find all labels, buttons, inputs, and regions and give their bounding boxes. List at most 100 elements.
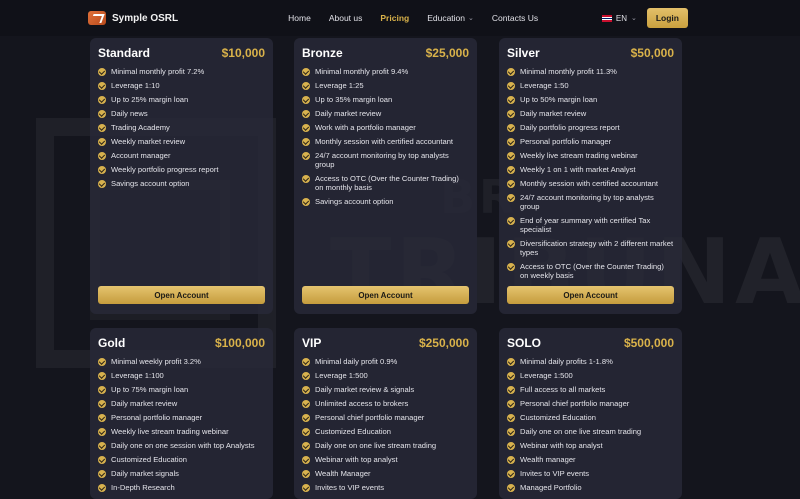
check-circle-icon bbox=[302, 109, 310, 118]
feature-item: Daily market review & signals bbox=[302, 385, 469, 394]
feature-item: Access to OTC (Over the Counter Trading)… bbox=[302, 174, 469, 192]
feature-item: Invites to VIP events bbox=[302, 483, 469, 492]
plan-card-solo: SOLO $500,000 Minimal daily profits 1-1.… bbox=[499, 328, 682, 499]
check-circle-icon bbox=[507, 151, 515, 160]
feature-text: Monthly session with certified accountan… bbox=[315, 137, 454, 146]
feature-item: In-Depth Research bbox=[98, 483, 265, 492]
check-circle-icon bbox=[507, 371, 515, 380]
check-circle-icon bbox=[507, 483, 515, 492]
feature-text: Up to 35% margin loan bbox=[315, 95, 393, 104]
check-circle-icon bbox=[302, 95, 310, 104]
feature-item: Daily market review bbox=[98, 399, 265, 408]
feature-text: Personal chief portfolio manager bbox=[520, 399, 630, 408]
feature-list: Minimal daily profits 1-1.8% Leverage 1:5… bbox=[507, 357, 674, 492]
feature-text: Savings account option bbox=[111, 179, 190, 188]
nav-education[interactable]: Education ⌄ bbox=[427, 13, 474, 23]
feature-item: Up to 75% margin loan bbox=[98, 385, 265, 394]
feature-text: Leverage 1:50 bbox=[520, 81, 569, 90]
plan-header: Silver $50,000 bbox=[507, 42, 674, 64]
plan-card-gold: Gold $100,000 Minimal weekly profit 3.2%… bbox=[90, 328, 273, 499]
feature-text: Webinar with top analyst bbox=[315, 455, 398, 464]
top-navbar: Symple OSRL Home About us Pricing Educat… bbox=[0, 0, 800, 36]
check-circle-icon bbox=[98, 67, 106, 76]
feature-text: 24/7 account monitoring by top analysts … bbox=[520, 193, 654, 211]
check-circle-icon bbox=[98, 165, 106, 174]
check-circle-icon bbox=[302, 137, 310, 146]
main-nav: Home About us Pricing Education ⌄ Contact… bbox=[288, 13, 538, 23]
check-circle-icon bbox=[507, 165, 515, 174]
nav-label: Home bbox=[288, 13, 311, 23]
check-circle-icon bbox=[507, 109, 515, 118]
feature-text: Daily one on one session with top Analys… bbox=[111, 441, 255, 450]
logo-text: Symple OSRL bbox=[112, 12, 179, 24]
nav-about-us[interactable]: About us bbox=[329, 13, 363, 23]
feature-item: Customized Education bbox=[302, 427, 469, 436]
check-circle-icon bbox=[302, 427, 310, 436]
feature-item: Up to 25% margin loan bbox=[98, 95, 265, 104]
feature-item: Up to 35% margin loan bbox=[302, 95, 469, 104]
feature-item: 24/7 account monitoring by top analysts … bbox=[507, 193, 674, 211]
feature-item: Weekly live stream trading webinar bbox=[98, 427, 265, 436]
nav-pricing[interactable]: Pricing bbox=[380, 13, 409, 23]
plan-header: Standard $10,000 bbox=[98, 42, 265, 64]
nav-home[interactable]: Home bbox=[288, 13, 311, 23]
feature-text: Invites to VIP events bbox=[520, 469, 590, 478]
check-circle-icon bbox=[507, 455, 515, 464]
check-circle-icon bbox=[98, 371, 106, 380]
nav-contacts-us[interactable]: Contacts Us bbox=[492, 13, 538, 23]
feature-item: Personal portfolio manager bbox=[98, 413, 265, 422]
feature-item: Leverage 1:50 bbox=[507, 81, 674, 90]
feature-text: Personal chief portfolio manager bbox=[315, 413, 425, 422]
check-circle-icon bbox=[302, 174, 310, 183]
feature-text: Personal portfolio manager bbox=[520, 137, 612, 146]
feature-item: Personal portfolio manager bbox=[507, 137, 674, 146]
feature-item: Leverage 1:500 bbox=[302, 371, 469, 380]
feature-text: Minimal monthly profit 9.4% bbox=[315, 67, 409, 76]
feature-text: Daily market signals bbox=[111, 469, 179, 478]
feature-item: Wealth manager bbox=[507, 455, 674, 464]
header-actions: EN ⌄ Login bbox=[601, 8, 688, 28]
check-circle-icon bbox=[98, 81, 106, 90]
feature-item: Leverage 1:10 bbox=[98, 81, 265, 90]
check-circle-icon bbox=[302, 385, 310, 394]
plan-card-bronze: Bronze $25,000 Minimal monthly profit 9.… bbox=[294, 38, 477, 314]
login-button[interactable]: Login bbox=[646, 8, 688, 28]
feature-text: Daily market review bbox=[315, 109, 382, 118]
feature-item: Account manager bbox=[98, 151, 265, 160]
feature-text: Personal portfolio manager bbox=[111, 413, 203, 422]
check-circle-icon bbox=[98, 441, 106, 450]
feature-text: Daily one on one live stream trading bbox=[520, 427, 642, 436]
plan-name: SOLO bbox=[507, 336, 542, 350]
nav-label: Contacts Us bbox=[491, 13, 539, 23]
check-circle-icon bbox=[507, 179, 515, 188]
feature-item: End of year summary with certified Tax s… bbox=[507, 216, 674, 234]
language-selector[interactable]: EN ⌄ bbox=[601, 14, 637, 23]
feature-item: Personal chief portfolio manager bbox=[302, 413, 469, 422]
plan-name: Standard bbox=[98, 46, 151, 60]
feature-item: Minimal weekly profit 3.2% bbox=[98, 357, 265, 366]
open-account-button[interactable]: Open Account bbox=[302, 286, 469, 304]
feature-item: Access to OTC (Over the Counter Trading)… bbox=[507, 262, 674, 280]
feature-text: Weekly live stream trading webinar bbox=[111, 427, 229, 436]
open-account-button[interactable]: Open Account bbox=[98, 286, 265, 304]
plan-card-vip: VIP $250,000 Minimal daily profit 0.9% Le… bbox=[294, 328, 477, 499]
feature-text: Wealth manager bbox=[520, 455, 576, 464]
feature-text: Daily market review & signals bbox=[315, 385, 415, 394]
plan-name: Silver bbox=[507, 46, 540, 60]
feature-text: Customized Education bbox=[111, 455, 187, 464]
open-account-button[interactable]: Open Account bbox=[507, 286, 674, 304]
feature-text: Minimal daily profit 0.9% bbox=[315, 357, 398, 366]
feature-text: 24/7 account monitoring by top analysts … bbox=[315, 151, 449, 169]
plan-price: $100,000 bbox=[214, 336, 265, 350]
check-circle-icon bbox=[98, 95, 106, 104]
feature-text: Minimal monthly profit 11.3% bbox=[520, 67, 617, 76]
feature-item: Unlimited access to brokers bbox=[302, 399, 469, 408]
feature-list: Minimal monthly profit 7.2% Leverage 1:10… bbox=[98, 67, 265, 188]
plan-name: Bronze bbox=[302, 46, 343, 60]
check-circle-icon bbox=[302, 441, 310, 450]
feature-text: Daily portfolio progress report bbox=[520, 123, 620, 132]
feature-item: Daily market signals bbox=[98, 469, 265, 478]
check-circle-icon bbox=[302, 483, 310, 492]
logo[interactable]: Symple OSRL bbox=[88, 11, 178, 25]
check-circle-icon bbox=[98, 179, 106, 188]
